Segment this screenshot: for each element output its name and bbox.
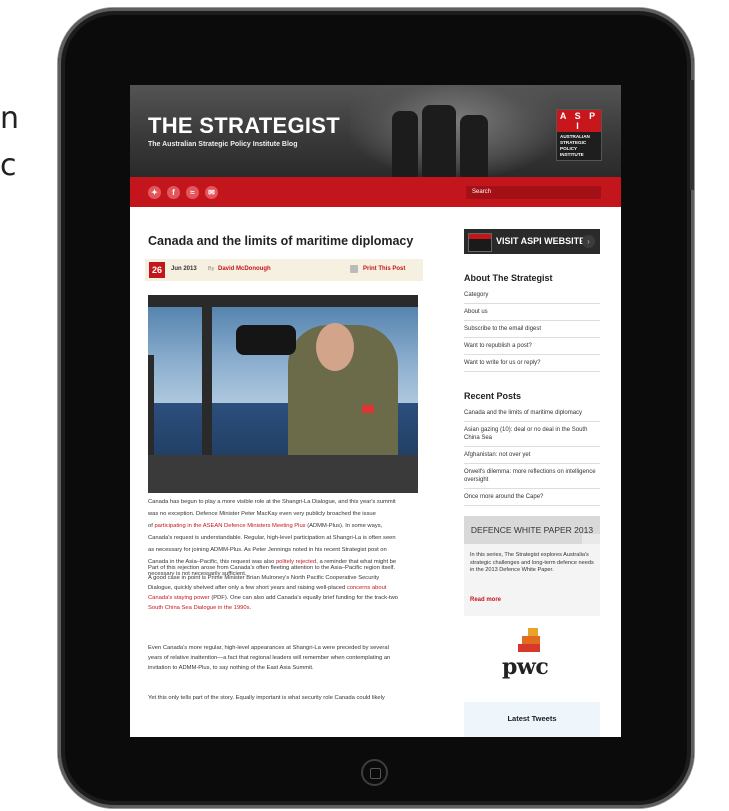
article-paragraph: Part of this rejection arose from Canada…	[148, 563, 426, 613]
aspi-logo[interactable]: A S P I AUSTRALIAN STRATEGIC POLICY INST…	[556, 109, 602, 161]
article-line: Canada's staying power (PDF). One can al…	[148, 593, 426, 603]
rss-icon[interactable]: ≈	[186, 186, 199, 199]
article-line: South China Sea Dialogue in the 1990s.	[148, 603, 426, 613]
article-line: as necessary for joining ADMM-Plus. As P…	[148, 544, 426, 556]
article-text: was no exception. Defence Minister Peter…	[148, 511, 376, 517]
latest-tweets-heading: Latest Tweets	[507, 714, 557, 723]
article-line: years of relative inattention—a fact tha…	[148, 653, 426, 663]
about-heading: About The Strategist	[464, 273, 553, 283]
photo-window-frame	[148, 295, 418, 307]
post-date: Jun 2013	[171, 266, 197, 272]
pwc-logo[interactable]: pwc	[502, 628, 562, 680]
recent-post-link[interactable]: Once more around the Cape?	[464, 493, 600, 506]
print-post-link[interactable]: Print This Post	[363, 266, 405, 272]
article-line: Dialogue, quickly shelved after only a f…	[148, 583, 426, 593]
defence-white-paper-widget[interactable]: DEFENCE WHITE PAPER 2013 In this series,…	[464, 516, 600, 616]
article-line: was no exception. Defence Minister Peter…	[148, 508, 426, 520]
article-text: years of relative inattention—a fact tha…	[148, 655, 391, 661]
article-link[interactable]: concerns about	[347, 585, 387, 591]
article-text: Dialogue, quickly shelved after only a f…	[148, 585, 347, 591]
article-link[interactable]: Canada's staying power	[148, 595, 210, 601]
post-photo	[148, 295, 418, 493]
article-text: A good case in point is Prime Minister B…	[148, 575, 380, 581]
article-paragraph: Even Canada's more regular, high-level a…	[148, 643, 426, 673]
article-text: invitation to ADMM-Plus, to say nothing …	[148, 665, 314, 671]
article-text: Canada's request is understandable. Regu…	[148, 535, 396, 541]
header-soldier	[392, 111, 418, 177]
printer-icon[interactable]	[350, 265, 358, 273]
visit-aspi-banner[interactable]: VISIT ASPI WEBSITE ›	[464, 229, 600, 254]
photo-binoculars	[236, 325, 296, 355]
article-text: as necessary for joining ADMM-Plus. As P…	[148, 547, 387, 553]
article-paragraph: Yet this only tells part of the story. E…	[148, 693, 426, 703]
recent-post-link[interactable]: Afghanistan: not over yet	[464, 451, 600, 464]
ipad-side-button	[690, 80, 694, 190]
article-text: Yet this only tells part of the story. E…	[148, 695, 385, 701]
article-text: Part of this rejection arose from Canada…	[148, 565, 395, 571]
article-line: Yet this only tells part of the story. E…	[148, 693, 426, 703]
sidebar-link[interactable]: About us	[464, 308, 600, 321]
photo-flag-patch	[362, 405, 374, 413]
screen: THE STRATEGIST The Australian Strategic …	[130, 85, 621, 737]
dwp-heading: DEFENCE WHITE PAPER 2013	[464, 516, 600, 544]
article-link[interactable]: participating in the ASEAN Defence Minis…	[154, 523, 305, 529]
site-title[interactable]: THE STRATEGIST	[148, 113, 340, 139]
sidebar-link[interactable]: Want to write for us or reply?	[464, 359, 600, 372]
pwc-wordmark: pwc	[502, 654, 549, 680]
article-line: Canada has begun to play a more visible …	[148, 496, 426, 508]
article-line: Canada's request is understandable. Regu…	[148, 532, 426, 544]
recent-post-link[interactable]: Orwell's dilemma: more reflections on in…	[464, 468, 600, 489]
dwp-read-more-link[interactable]: Read more	[470, 597, 501, 603]
aspi-logo-words: AUSTRALIAN STRATEGIC POLICY INSTITUTE	[560, 134, 590, 157]
article-line: Part of this rejection arose from Canada…	[148, 563, 426, 573]
post-day: 26	[149, 262, 165, 278]
article-text: .	[249, 605, 252, 611]
aspi-mini-logo	[468, 233, 492, 252]
header-soldier	[422, 105, 456, 177]
recent-post-link[interactable]: Asian gazing (10): deal or no deal in th…	[464, 426, 600, 447]
site-header: THE STRATEGIST The Australian Strategic …	[130, 85, 621, 177]
recent-posts-heading: Recent Posts	[464, 391, 522, 401]
article-link[interactable]: South China Sea Dialogue in the 1990s	[148, 605, 250, 611]
sidebar-link[interactable]: Subscribe to the email digest	[464, 325, 600, 338]
article-line: A good case in point is Prime Minister B…	[148, 573, 426, 583]
aspi-logo-letters: A S P I	[557, 110, 601, 132]
search-input[interactable]: Search	[466, 186, 601, 199]
article-text: (PDF). One can also add Canada's equally…	[209, 595, 399, 601]
background-letter: c	[0, 147, 17, 183]
home-button[interactable]	[361, 759, 388, 786]
dwp-description: In this series, The Strategist explores …	[470, 552, 594, 573]
article-text: Even Canada's more regular, high-level a…	[148, 645, 389, 651]
dwp-page-fold	[582, 534, 600, 544]
email-icon[interactable]: ✉	[205, 186, 218, 199]
home-square-icon	[370, 768, 381, 779]
sidebar-link[interactable]: Category	[464, 291, 600, 304]
article-line: Even Canada's more regular, high-level a…	[148, 643, 426, 653]
author-link[interactable]: David McDonough	[218, 266, 271, 272]
post-title[interactable]: Canada and the limits of maritime diplom…	[148, 234, 413, 248]
nav-bar: ✦ f ≈ ✉ Search	[130, 177, 621, 207]
article-line: of participating in the ASEAN Defence Mi…	[148, 520, 426, 532]
article-line: invitation to ADMM-Plus, to say nothing …	[148, 663, 426, 673]
by-label: By	[208, 266, 215, 272]
recent-post-link[interactable]: Canada and the limits of maritime diplom…	[464, 409, 600, 422]
site-subtitle: The Australian Strategic Policy Institut…	[148, 141, 298, 148]
background-letter: n	[0, 101, 20, 136]
main-content: Canada and the limits of maritime diplom…	[130, 207, 621, 737]
facebook-icon[interactable]: f	[167, 186, 180, 199]
post-meta: 26 Jun 2013 By David McDonough Print Thi…	[145, 259, 423, 281]
twitter-icon[interactable]: ✦	[148, 186, 161, 199]
sidebar-link[interactable]: Want to republish a post?	[464, 342, 600, 355]
photo-face	[316, 323, 354, 371]
latest-tweets-widget: Latest Tweets	[464, 702, 600, 737]
photo-console	[148, 455, 418, 493]
article-text: (ADMM-Plus). In some ways,	[305, 523, 383, 529]
visit-aspi-label: VISIT ASPI WEBSITE	[496, 236, 586, 246]
background-text: n c	[0, 96, 19, 189]
header-soldier	[460, 115, 488, 177]
arrow-right-icon: ›	[582, 235, 595, 248]
article-text: Canada has begun to play a more visible …	[148, 499, 396, 505]
